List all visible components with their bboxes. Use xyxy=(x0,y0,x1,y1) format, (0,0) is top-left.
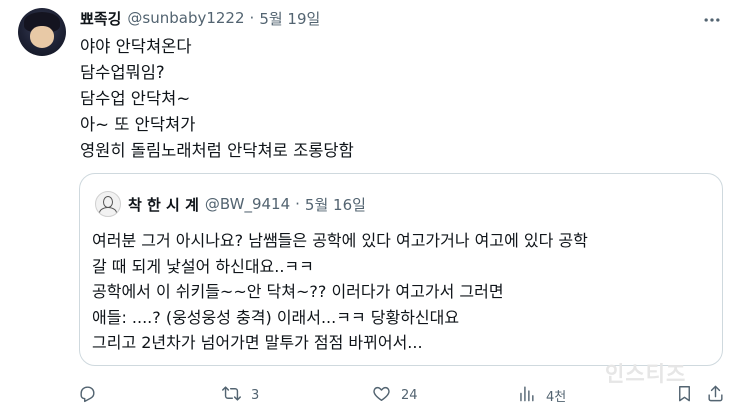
quoted-author-handle: @BW_9414 xyxy=(204,195,291,213)
quoted-line: 갈 때 되게 낯설어 하신대요..ㅋㅋ xyxy=(92,256,314,276)
watermark-logo: 인스티즈 xyxy=(605,362,687,386)
tweet-line: 아~ 또 안닥쳐가 xyxy=(80,115,196,134)
quoted-author-avatar xyxy=(95,191,121,217)
header-separator: · xyxy=(249,9,255,27)
like-button[interactable]: 24 xyxy=(372,381,418,409)
author-avatar[interactable] xyxy=(18,8,66,56)
quoted-text: 여러분 그거 아시나요? 남쌤들은 공학에 있다 여고가거나 여고에 있다 공학… xyxy=(92,228,588,356)
quoted-line: 공학에서 이 쉬키들~~안 닥쳐~?? 이러다가 여고가서 그러면 xyxy=(92,282,504,301)
quoted-line: 그리고 2년차가 넘어가면 말투가 점점 바뀌어서... xyxy=(92,333,423,352)
quoted-date: 5월 16일 xyxy=(304,195,366,214)
tweet-date[interactable]: 5월 19일 xyxy=(259,8,320,29)
tweet-text: 야야 안닥쳐온다 담수업뭐임? 담수업 안닥쳐~ 아~ 또 안닥쳐가 영원히 돌… xyxy=(80,34,354,164)
author-name[interactable]: 뾰족깅 xyxy=(80,8,121,29)
tweet-line: 영원히 돌림노래처럼 안닥쳐로 조롱당함 xyxy=(80,141,354,160)
tweet-line: 담수업 안닥쳐~ xyxy=(80,89,191,108)
quoted-header: 착 한 시 계 @BW_9414 · 5월 16일 xyxy=(128,193,366,215)
quoted-line: 애들: ....? (웅성웅성 충격) 이래서...ㅋㅋ 당황하신대요 xyxy=(92,307,460,327)
reply-icon xyxy=(78,384,97,407)
retweet-count: 3 xyxy=(251,387,260,403)
retweet-button[interactable]: 3 xyxy=(222,381,259,409)
views-count: 4천 xyxy=(546,389,567,405)
like-count: 24 xyxy=(401,387,418,403)
quoted-line: 여러분 그거 아시나요? 남쌤들은 공학에 있다 여고가거나 여고에 있다 공학 xyxy=(92,231,588,250)
heart-icon xyxy=(372,384,391,407)
tweet-header: 뾰족깅 @sunbaby1222 · 5월 19일 xyxy=(80,7,320,29)
quoted-author-name: 착 한 시 계 xyxy=(128,195,199,214)
reply-button[interactable] xyxy=(78,381,97,409)
share-button[interactable] xyxy=(706,381,725,409)
views-icon xyxy=(517,384,536,407)
retweet-icon xyxy=(222,384,241,407)
views-button[interactable]: 4천 xyxy=(517,381,566,409)
quoted-tweet[interactable]: 착 한 시 계 @BW_9414 · 5월 16일 여러분 그거 아시나요? 남… xyxy=(79,173,723,366)
tweet-line: 담수업뭐임? xyxy=(80,63,165,82)
share-icon xyxy=(706,384,725,407)
ellipsis-icon[interactable] xyxy=(702,10,722,30)
tweet-line: 야야 안닥쳐온다 xyxy=(80,37,192,56)
quoted-header-separator: · xyxy=(295,195,300,213)
author-handle[interactable]: @sunbaby1222 xyxy=(127,9,244,27)
